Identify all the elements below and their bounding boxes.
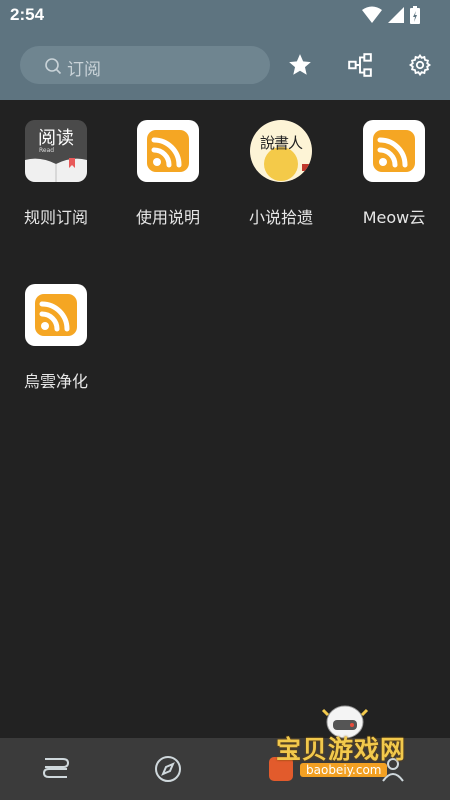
watermark-url: baobeiy.com xyxy=(300,763,388,777)
settings-button[interactable] xyxy=(405,50,435,80)
subscription-label: 使用说明 xyxy=(135,208,200,227)
toolbar: 订阅 xyxy=(0,32,450,100)
subscription-label: Meow云 xyxy=(362,208,426,227)
rss-icon xyxy=(25,284,87,346)
read-book-icon: 阅读 Read xyxy=(25,120,87,182)
subscription-item[interactable]: 阅读 Read 规则订阅 xyxy=(0,100,110,240)
read-icon-subtitle: Read xyxy=(39,147,55,154)
rule-subscription-button[interactable] xyxy=(345,50,375,80)
gear-icon xyxy=(408,53,432,77)
watermark-text: 宝贝游戏网 xyxy=(276,735,407,764)
storyteller-logo-text: 說書人 xyxy=(259,134,303,152)
rule-tree-icon xyxy=(348,53,372,77)
subscription-label: 小说拾遗 xyxy=(248,208,313,227)
subscription-item[interactable]: 說書人 小说拾遗 xyxy=(225,100,335,240)
nav-discover[interactable] xyxy=(151,752,185,786)
battery-icon xyxy=(410,6,420,24)
subscription-item[interactable]: Meow云 xyxy=(338,100,448,240)
compass-icon xyxy=(155,756,181,782)
rss-icon xyxy=(363,120,425,182)
star-icon xyxy=(289,54,311,75)
search-input[interactable]: 订阅 xyxy=(20,46,270,84)
bookshelf-icon xyxy=(42,758,70,778)
favorites-button[interactable] xyxy=(285,50,315,80)
watermark: 宝贝游戏网 baobeiy.com xyxy=(270,700,450,800)
subscription-item[interactable]: 烏雲净化 xyxy=(0,264,110,404)
status-icons xyxy=(362,6,420,24)
storyteller-logo: 說書人 xyxy=(250,120,312,182)
status-time: 2:54 xyxy=(10,5,45,24)
status-bar: 2:54 xyxy=(0,0,450,32)
search-icon xyxy=(45,58,62,75)
wifi-icon xyxy=(362,6,382,23)
subscription-label: 烏雲净化 xyxy=(23,372,88,391)
subscription-item[interactable]: 使用说明 xyxy=(112,100,222,240)
search-placeholder: 订阅 xyxy=(67,60,101,80)
read-icon-title: 阅读 xyxy=(38,128,74,149)
nav-bookshelf[interactable] xyxy=(39,752,73,786)
subscription-label: 规则订阅 xyxy=(23,208,88,227)
rss-icon xyxy=(137,120,199,182)
signal-icon xyxy=(388,7,404,23)
